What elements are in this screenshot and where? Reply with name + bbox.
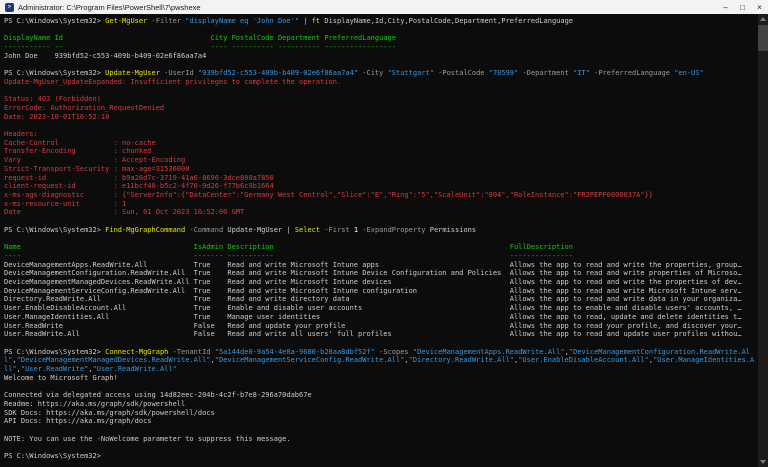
terminal-line: User.ReadWrite.All False Read and write … [4, 330, 742, 339]
terminal-line: DeviceManagementConfiguration.ReadWrite.… [4, 269, 742, 278]
terminal-line: Transfer-Encoding : chunked [4, 147, 152, 156]
powershell-icon[interactable]: > [5, 2, 14, 12]
scroll-down-button[interactable] [758, 457, 768, 467]
terminal-line: PS C:\Windows\System32> [4, 452, 106, 460]
terminal-line: ---- ------- ----------- --------------- [4, 251, 573, 260]
terminal-line: User.EnableDisableAccount.All True Enabl… [4, 304, 742, 313]
terminal-line: NOTE: You can use the -NoWelcome paramet… [4, 434, 291, 443]
scroll-up-icon [760, 17, 766, 21]
minimize-button[interactable]: – [717, 0, 734, 14]
terminal-line: PS C:\Windows\System32> Find-MgGraphComm… [4, 225, 477, 234]
terminal-line: DeviceManagementServiceConfig.ReadWrite.… [4, 286, 742, 295]
terminal-line: User.ReadWrite False Read and update you… [4, 321, 742, 330]
terminal-line: Readme: https://aka.ms/graph/sdk/powersh… [4, 399, 186, 408]
terminal-line: API Docs: https://aka.ms/graph/docs [4, 417, 152, 426]
terminal-line: client-request-id : e11bcf40-b5c2-4f70-9… [4, 182, 274, 191]
terminal-line: SDK Docs: https://aka.ms/graph/sdk/power… [4, 408, 215, 417]
terminal-line: Name IsAdmin Description FullDescription [4, 243, 573, 252]
maximize-button[interactable]: □ [734, 0, 751, 14]
terminal-line: PS C:\Windows\System32> Update-MgUser -U… [4, 69, 704, 78]
terminal-line: x-ms-resource-unit : 1 [4, 199, 127, 208]
close-button[interactable]: × [751, 0, 768, 14]
terminal-line: Headers: [4, 130, 38, 139]
terminal-line: ErrorCode: Authorization_RequestDenied [4, 103, 165, 112]
terminal-line: PS C:\Windows\System32> Connect-MgGraph … [4, 347, 755, 374]
terminal-line: User.ManageIdentities.All True Manage us… [4, 312, 742, 321]
terminal-line: DeviceManagementApps.ReadWrite.All True … [4, 260, 742, 269]
window-controls: – □ × [717, 0, 768, 14]
terminal-line: John Doe 939bfd52-c553-409b-b409-02e6f86… [4, 51, 207, 60]
scroll-up-button[interactable] [758, 14, 768, 24]
scrollbar-thumb[interactable] [758, 25, 768, 51]
terminal-line: DisplayName Id City PostalCode Departmen… [4, 34, 396, 43]
scroll-down-icon [760, 460, 766, 464]
terminal-line: Status: 403 (Forbidden) [4, 95, 101, 104]
window-title: Administrator: C:\Program Files\PowerShe… [18, 2, 201, 12]
terminal-line: Connected via delegated access using 14d… [4, 391, 312, 400]
terminal-line: Cache-Control : no-cache [4, 138, 156, 147]
terminal-line: DeviceManagementManagedDevices.ReadWrite… [4, 278, 742, 286]
terminal-output[interactable]: PS C:\Windows\System32> Get-MgUser -Filt… [0, 14, 758, 467]
terminal-line: Strict-Transport-Security : max-age=3153… [4, 164, 190, 173]
terminal-line: Directory.ReadWrite.All True Read and wr… [4, 295, 742, 304]
terminal-line: Welcome to Microsoft Graph! [4, 373, 118, 382]
powershell-window: > Administrator: C:\Program Files\PowerS… [0, 0, 768, 467]
terminal-line: request-id : b9a26d7c-3719-41a6-8696-3dc… [4, 173, 274, 182]
terminal-line: Vary : Accept-Encoding [4, 156, 186, 165]
terminal-line: Date : Sun, 01 Oct 2023 16:52:00 GMT [4, 208, 245, 217]
scrollbar[interactable] [758, 14, 768, 467]
terminal-line: Date: 2023-10-01T16:52:10 [4, 112, 110, 121]
title-bar[interactable]: > Administrator: C:\Program Files\PowerS… [0, 0, 768, 14]
terminal-line: Update-MgUser_UpdateExpanded: Insufficie… [4, 77, 342, 86]
terminal-line: ----------- -- ---- ---------- ---------… [4, 43, 396, 52]
terminal-line: x-ms-ags-diagnostic : {"ServerInfo":{"Da… [4, 191, 654, 199]
terminal-line: PS C:\Windows\System32> Get-MgUser -Filt… [4, 17, 574, 25]
